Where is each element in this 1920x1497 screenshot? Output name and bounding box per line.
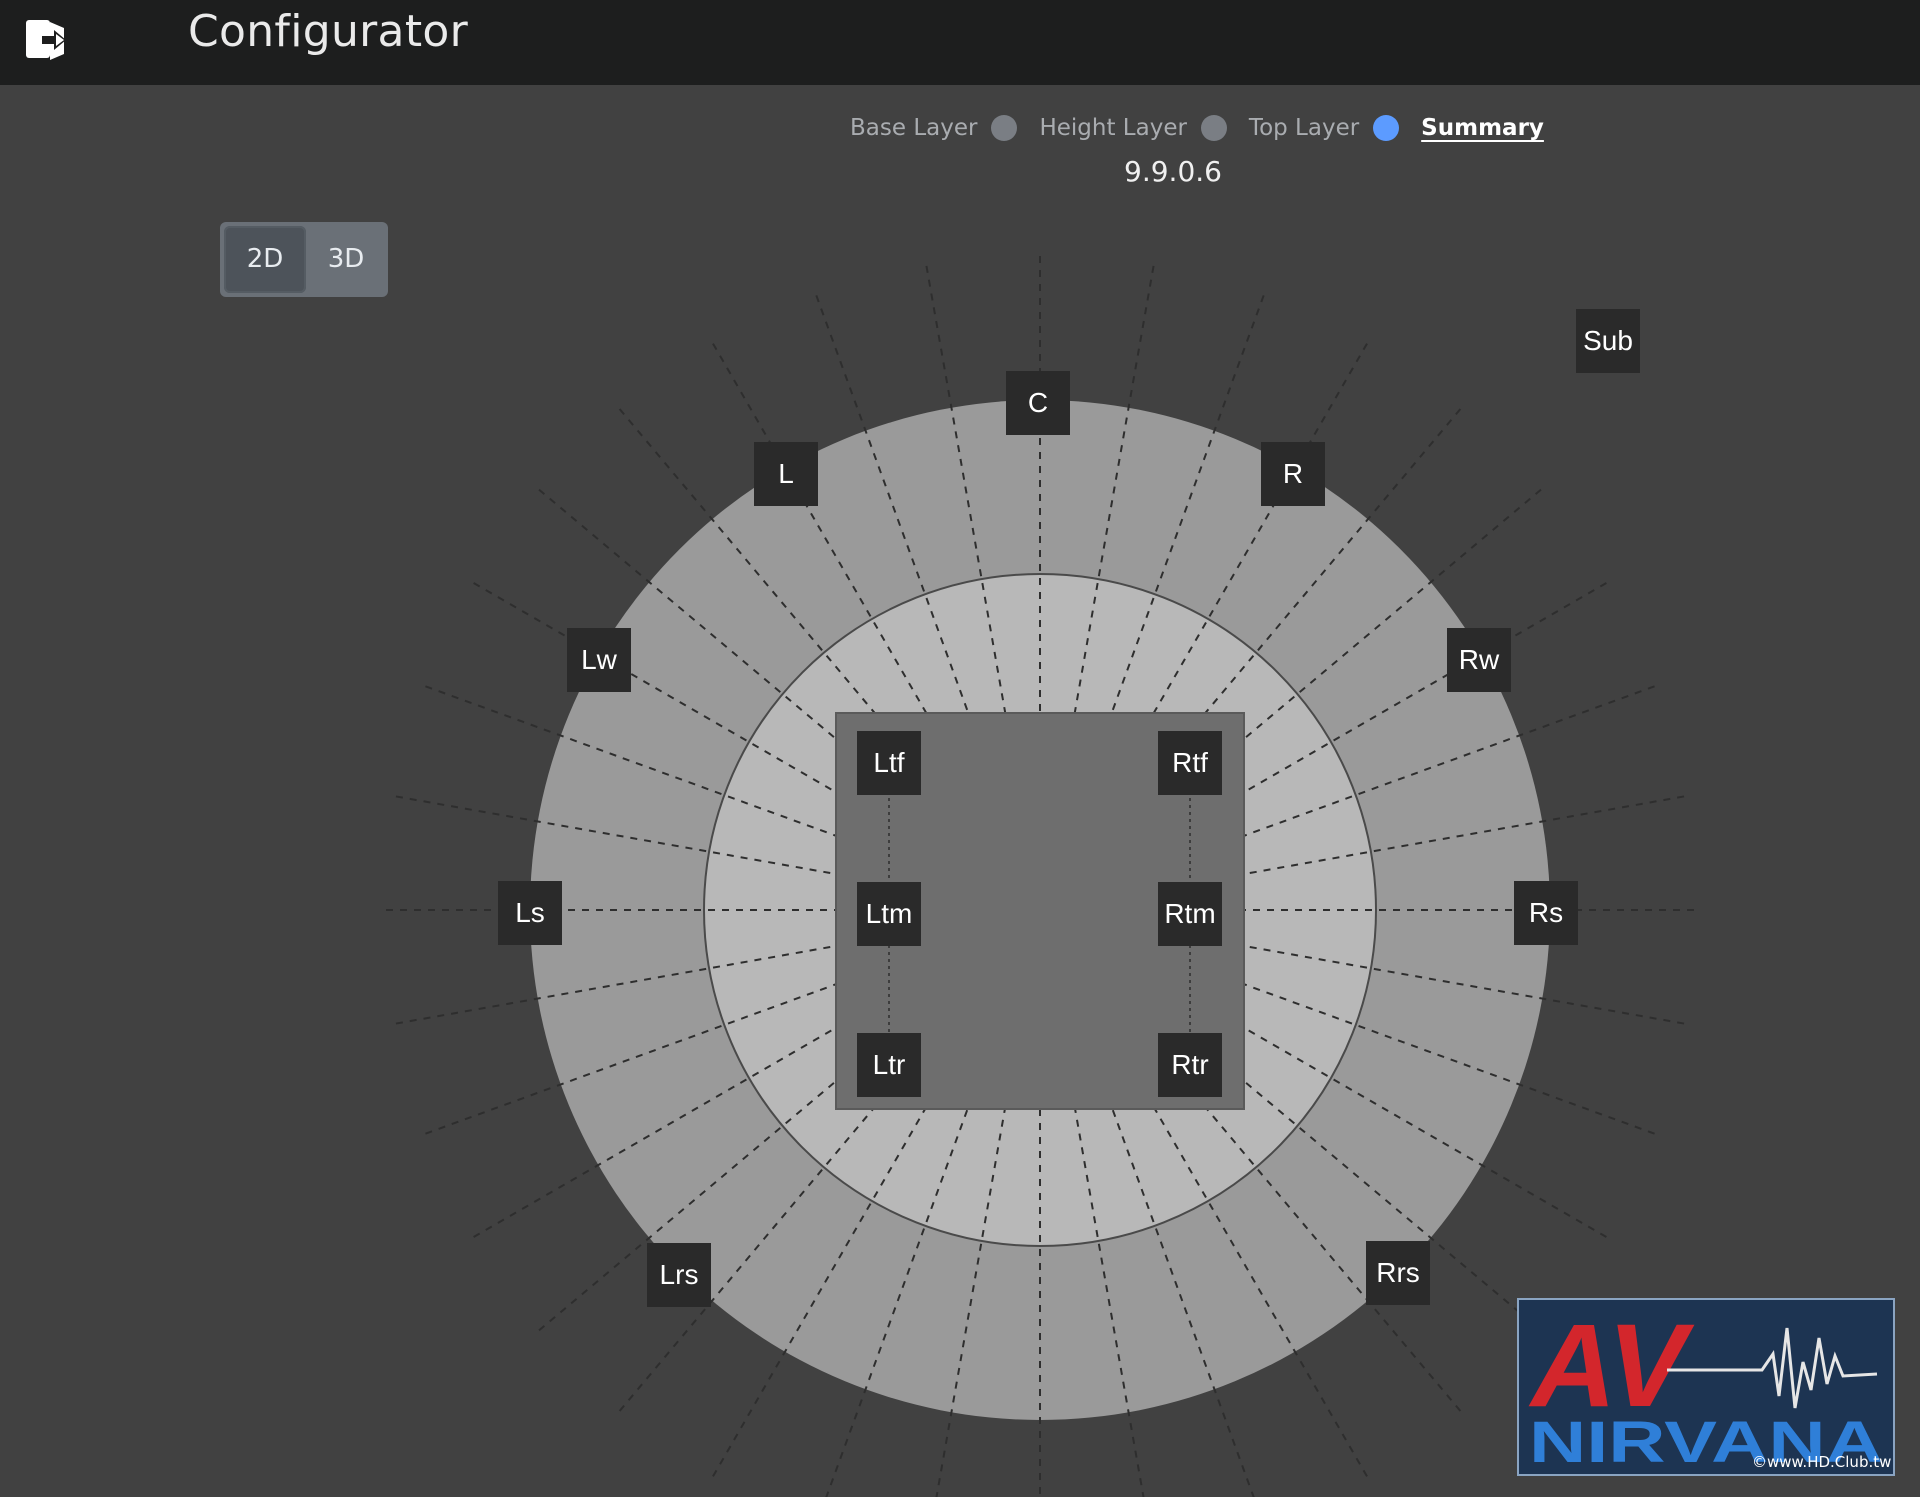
av-nirvana-logo: AV NIRVANA [1517, 1298, 1895, 1476]
watermark: ©www.HD.Club.tw [1752, 1453, 1892, 1471]
speaker-lw[interactable]: Lw [567, 628, 631, 692]
speaker-ls[interactable]: Ls [498, 881, 562, 945]
speaker-rs[interactable]: Rs [1514, 881, 1578, 945]
speaker-rtm[interactable]: Rtm [1158, 882, 1222, 946]
speaker-rrs[interactable]: Rrs [1366, 1241, 1430, 1305]
speaker-rw[interactable]: Rw [1447, 628, 1511, 692]
speaker-r[interactable]: R [1261, 442, 1325, 506]
speaker-lrs[interactable]: Lrs [647, 1243, 711, 1307]
speaker-rtr[interactable]: Rtr [1158, 1033, 1222, 1097]
speaker-c[interactable]: C [1006, 371, 1070, 435]
speaker-ltf[interactable]: Ltf [857, 731, 921, 795]
speaker-sub[interactable]: Sub [1576, 309, 1640, 373]
speaker-l[interactable]: L [754, 442, 818, 506]
speaker-ltr[interactable]: Ltr [857, 1033, 921, 1097]
speaker-layout-diagram [380, 250, 1700, 1497]
speaker-rtf[interactable]: Rtf [1158, 731, 1222, 795]
speaker-ltm[interactable]: Ltm [857, 882, 921, 946]
